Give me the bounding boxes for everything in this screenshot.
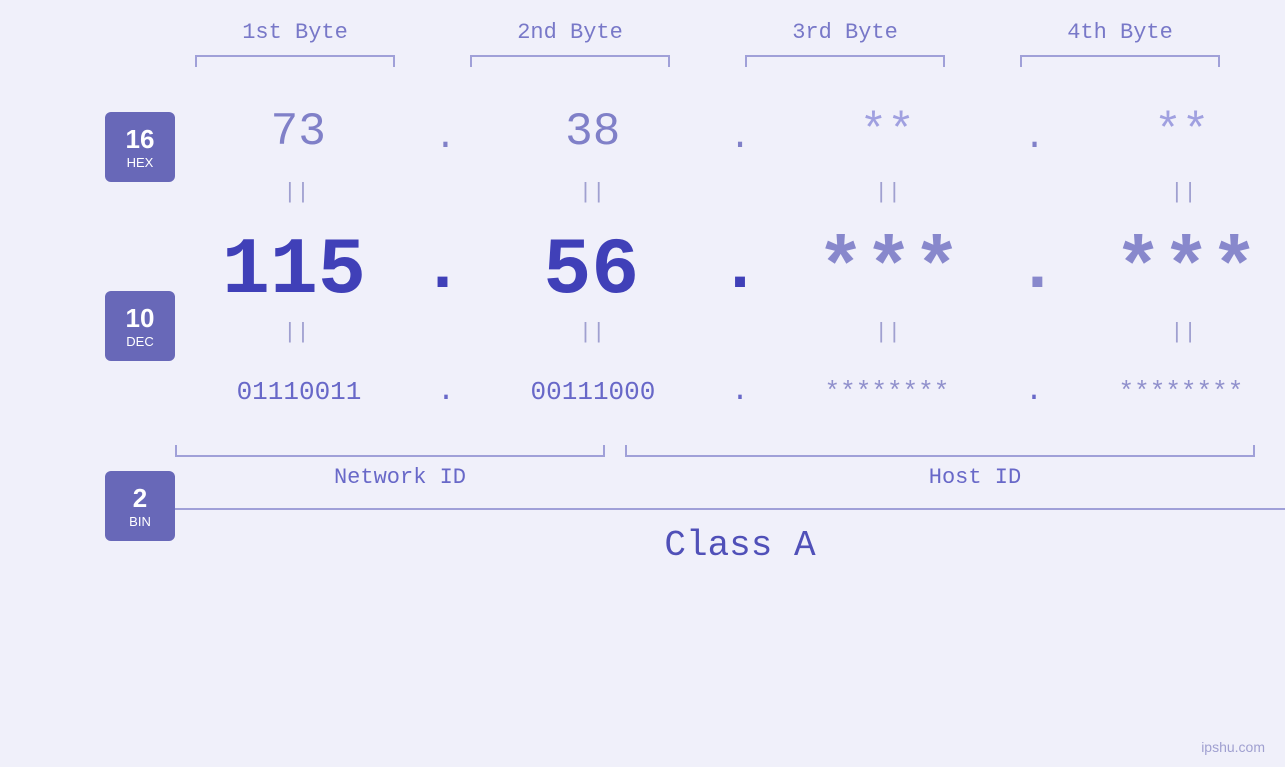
bin-dot3: . — [1025, 375, 1043, 409]
eq-spacer1 — [105, 222, 175, 252]
bin-badge-container: 2 BIN — [105, 461, 175, 551]
equals-row-1: || || || || — [175, 177, 1285, 207]
hex-number: 16 — [126, 124, 155, 155]
bin-byte3: ******** — [777, 377, 997, 407]
bin-number: 2 — [133, 483, 147, 514]
class-line — [175, 508, 1285, 510]
hex-name: HEX — [127, 155, 154, 170]
eq2-byte4: || — [1073, 320, 1285, 345]
dec-badge: 10 DEC — [105, 291, 175, 361]
hex-byte2: 38 — [483, 106, 703, 158]
byte-headers: 1st Byte 2nd Byte 3rd Byte 4th Byte — [158, 20, 1258, 45]
hex-dot2: . — [729, 117, 751, 158]
dec-dot2: . — [719, 230, 761, 312]
watermark: ipshu.com — [1201, 739, 1265, 755]
dec-dot3: . — [1016, 230, 1058, 312]
eq1-byte2: || — [482, 180, 702, 205]
rows-wrapper: 16 HEX 10 DEC 2 BIN — [65, 87, 1220, 566]
label-row: Network ID Host ID — [175, 465, 1285, 490]
network-id-label: Network ID — [175, 465, 625, 490]
byte4-header: 4th Byte — [1010, 20, 1230, 45]
bin-badge: 2 BIN — [105, 471, 175, 541]
bracket-byte2 — [470, 55, 670, 67]
header-brackets — [158, 55, 1258, 67]
bracket-host — [625, 445, 1255, 457]
hex-dot3: . — [1024, 117, 1046, 158]
eq2-byte3: || — [778, 320, 998, 345]
bin-byte1: 01110011 — [189, 377, 409, 407]
bin-byte4: ******** — [1071, 377, 1285, 407]
eq2-byte2: || — [482, 320, 702, 345]
hex-dot1: . — [435, 117, 457, 158]
dec-byte3: *** — [779, 232, 999, 312]
equals-row-2: || || || || — [175, 317, 1285, 347]
bin-byte2: 00111000 — [483, 377, 703, 407]
eq-spacer2 — [105, 401, 175, 431]
dec-number: 10 — [126, 303, 155, 334]
bases-column: 16 HEX 10 DEC 2 BIN — [65, 87, 175, 566]
eq1-byte3: || — [778, 180, 998, 205]
dec-byte1: 115 — [184, 232, 404, 312]
eq1-byte4: || — [1073, 180, 1285, 205]
bracket-byte4 — [1020, 55, 1220, 67]
dec-badge-container: 10 DEC — [105, 281, 175, 371]
hex-data-row: 73 . 38 . ** . ** — [175, 87, 1285, 177]
byte3-header: 3rd Byte — [735, 20, 955, 45]
hex-byte3: ** — [777, 106, 997, 158]
hex-byte1: 73 — [188, 106, 408, 158]
main-container: 1st Byte 2nd Byte 3rd Byte 4th Byte 16 H… — [0, 0, 1285, 767]
host-id-label: Host ID — [645, 465, 1285, 490]
dec-name: DEC — [126, 334, 153, 349]
bin-data-row: 01110011 . 00111000 . ******** . *******… — [175, 347, 1285, 437]
bracket-network — [175, 445, 605, 457]
class-section: Class A — [175, 508, 1285, 566]
data-rows: 73 . 38 . ** . ** || || — [175, 87, 1285, 566]
bracket-byte3 — [745, 55, 945, 67]
byte1-header: 1st Byte — [185, 20, 405, 45]
bin-dot1: . — [437, 375, 455, 409]
class-label: Class A — [175, 525, 1285, 566]
dec-byte2: 56 — [481, 232, 701, 312]
hex-badge-container: 16 HEX — [105, 102, 175, 192]
eq2-byte1: || — [186, 320, 406, 345]
bin-dot2: . — [731, 375, 749, 409]
dec-data-row: 115 . 56 . *** . *** — [175, 207, 1285, 317]
hex-badge: 16 HEX — [105, 112, 175, 182]
dec-dot1: . — [422, 230, 464, 312]
eq1-byte1: || — [186, 180, 406, 205]
bracket-byte1 — [195, 55, 395, 67]
dec-byte4: *** — [1076, 232, 1285, 312]
byte2-header: 2nd Byte — [460, 20, 680, 45]
bottom-brackets-row — [175, 445, 1255, 457]
bin-name: BIN — [129, 514, 151, 529]
hex-byte4: ** — [1072, 106, 1285, 158]
